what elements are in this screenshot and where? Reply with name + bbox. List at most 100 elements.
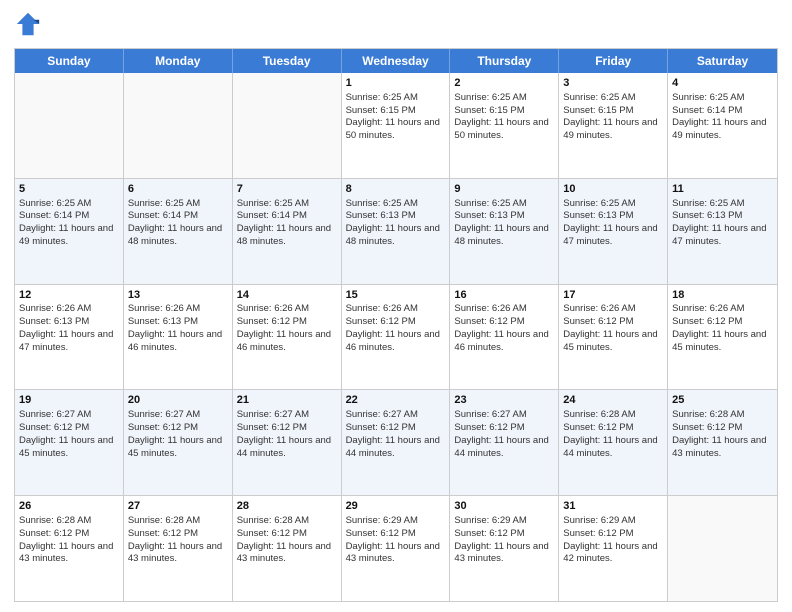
daylight-text: Daylight: 11 hours and 48 minutes. (454, 223, 548, 247)
day-number: 4 (672, 76, 773, 91)
sunset-text: Sunset: 6:12 PM (19, 422, 89, 433)
daylight-text: Daylight: 11 hours and 49 minutes. (672, 117, 766, 141)
sunset-text: Sunset: 6:15 PM (563, 105, 633, 116)
sunset-text: Sunset: 6:13 PM (128, 316, 198, 327)
sunrise-text: Sunrise: 6:27 AM (454, 409, 526, 420)
sunrise-text: Sunrise: 6:28 AM (672, 409, 744, 420)
sunset-text: Sunset: 6:14 PM (672, 105, 742, 116)
day-number: 3 (563, 76, 663, 91)
day-cell-19: 19Sunrise: 6:27 AMSunset: 6:12 PMDayligh… (15, 390, 124, 495)
daylight-text: Daylight: 11 hours and 44 minutes. (237, 435, 331, 459)
day-cell-27: 27Sunrise: 6:28 AMSunset: 6:12 PMDayligh… (124, 496, 233, 601)
day-cell-31: 31Sunrise: 6:29 AMSunset: 6:12 PMDayligh… (559, 496, 668, 601)
sunrise-text: Sunrise: 6:25 AM (563, 198, 635, 209)
daylight-text: Daylight: 11 hours and 44 minutes. (346, 435, 440, 459)
header-day-friday: Friday (559, 49, 668, 73)
day-number: 14 (237, 288, 337, 303)
daylight-text: Daylight: 11 hours and 43 minutes. (19, 541, 113, 565)
day-number: 1 (346, 76, 446, 91)
daylight-text: Daylight: 11 hours and 46 minutes. (128, 329, 222, 353)
day-cell-3: 3Sunrise: 6:25 AMSunset: 6:15 PMDaylight… (559, 73, 668, 178)
day-number: 19 (19, 393, 119, 408)
day-cell-9: 9Sunrise: 6:25 AMSunset: 6:13 PM Daylight… (450, 179, 559, 284)
daylight-text: Daylight: 11 hours and 45 minutes. (19, 435, 113, 459)
day-cell-30: 30Sunrise: 6:29 AMSunset: 6:12 PMDayligh… (450, 496, 559, 601)
day-number: 6 (128, 182, 228, 197)
sunset-text: Sunset: 6:13 PM (672, 210, 742, 221)
sunset-text: Sunset: 6:12 PM (672, 422, 742, 433)
day-number: 21 (237, 393, 337, 408)
sunset-text: Sunset: 6:15 PM (454, 105, 524, 116)
sunrise-text: Sunrise: 6:26 AM (128, 303, 200, 314)
daylight-text: Daylight: 11 hours and 48 minutes. (346, 223, 440, 247)
empty-cell (668, 496, 777, 601)
day-cell-25: 25Sunrise: 6:28 AMSunset: 6:12 PMDayligh… (668, 390, 777, 495)
day-cell-7: 7Sunrise: 6:25 AMSunset: 6:14 PMDaylight… (233, 179, 342, 284)
sunset-text: Sunset: 6:13 PM (346, 210, 416, 221)
daylight-text: Daylight: 11 hours and 44 minutes. (454, 435, 548, 459)
day-cell-28: 28Sunrise: 6:28 AMSunset: 6:12 PMDayligh… (233, 496, 342, 601)
day-number: 30 (454, 499, 554, 514)
daylight-text: Daylight: 11 hours and 47 minutes. (19, 329, 113, 353)
sunrise-text: Sunrise: 6:29 AM (454, 515, 526, 526)
day-cell-8: 8Sunrise: 6:25 AMSunset: 6:13 PMDaylight… (342, 179, 451, 284)
daylight-text: Daylight: 11 hours and 44 minutes. (563, 435, 657, 459)
day-number: 29 (346, 499, 446, 514)
day-number: 7 (237, 182, 337, 197)
daylight-text: Daylight: 11 hours and 45 minutes. (672, 329, 766, 353)
calendar-row-5: 26 Sunrise: 6:28 AM Sunset: 6:12 PM Dayligh… (15, 496, 777, 601)
sunrise-text: Sunrise: 6:28 AM (237, 515, 309, 526)
daylight-text: Daylight: 11 hours and 49 minutes. (19, 223, 113, 247)
day-number: 13 (128, 288, 228, 303)
sunrise-text: Sunrise: 6:25 AM (563, 92, 635, 103)
header-day-thursday: Thursday (450, 49, 559, 73)
day-cell-11: 11Sunrise: 6:25 AMSunset: 6:13 PMDayligh… (668, 179, 777, 284)
sunset-text: Sunset: 6:13 PM (454, 210, 524, 221)
day-cell-29: 29Sunrise: 6:29 AMSunset: 6:12 PMDayligh… (342, 496, 451, 601)
sunrise-text: Sunrise: 6:26 AM (19, 303, 91, 314)
empty-cell (15, 73, 124, 178)
header-day-tuesday: Tuesday (233, 49, 342, 73)
empty-cell (124, 73, 233, 178)
day-number: 20 (128, 393, 228, 408)
empty-cell (233, 73, 342, 178)
day-cell-20: 20Sunrise: 6:27 AMSunset: 6:12 PMDayligh… (124, 390, 233, 495)
sunrise-text: Sunrise: 6:27 AM (128, 409, 200, 420)
sunrise-text: Sunrise: 6:25 AM (454, 198, 526, 209)
calendar-row-1: 1Sunrise: 6:25 AMSunset: 6:15 PMDaylight… (15, 73, 777, 179)
sunrise-text: Sunrise: 6:27 AM (237, 409, 309, 420)
daylight-text: Daylight: 11 hours and 48 minutes. (128, 223, 222, 247)
header (14, 10, 778, 38)
sunset-text: Sunset: 6:15 PM (346, 105, 416, 116)
day-cell-15: 15Sunrise: 6:26 AMSunset: 6:12 PMDayligh… (342, 285, 451, 390)
day-cell-12: 12Sunrise: 6:26 AMSunset: 6:13 PMDayligh… (15, 285, 124, 390)
sunset-text: Sunset: 6:12 PM (563, 422, 633, 433)
daylight-text: Daylight: 11 hours and 47 minutes. (563, 223, 657, 247)
header-day-saturday: Saturday (668, 49, 777, 73)
day-cell-24: 24Sunrise: 6:28 AMSunset: 6:12 PMDayligh… (559, 390, 668, 495)
sunrise-text: Sunrise: 6:28 AM (563, 409, 635, 420)
sunrise-text: Sunrise: 6:26 AM (237, 303, 309, 314)
sunrise-text: Sunrise: 6:27 AM (346, 409, 418, 420)
day-number: 11 (672, 182, 773, 197)
day-cell-2: 2Sunrise: 6:25 AMSunset: 6:15 PMDaylight… (450, 73, 559, 178)
sunrise-text: Sunrise: 6:26 AM (346, 303, 418, 314)
sunrise-text: Sunrise: 6:28 AM (128, 515, 200, 526)
day-number: 22 (346, 393, 446, 408)
daylight-text: Daylight: 11 hours and 46 minutes. (346, 329, 440, 353)
day-cell-13: 13Sunrise: 6:26 AM Sunset: 6:13 PM Dayligh… (124, 285, 233, 390)
day-cell-10: 10Sunrise: 6:25 AMSunset: 6:13 PMDayligh… (559, 179, 668, 284)
daylight-text: Daylight: 11 hours and 50 minutes. (346, 117, 440, 141)
day-cell-1: 1Sunrise: 6:25 AMSunset: 6:15 PMDaylight… (342, 73, 451, 178)
day-number: 15 (346, 288, 446, 303)
daylight-text: Daylight: 11 hours and 43 minutes. (672, 435, 766, 459)
day-number: 9 (454, 182, 554, 197)
header-day-monday: Monday (124, 49, 233, 73)
sunrise-text: Sunrise: 6:29 AM (346, 515, 418, 526)
sunset-text: Sunset: 6:14 PM (19, 210, 89, 221)
day-number: 17 (563, 288, 663, 303)
day-number: 26 (19, 499, 119, 514)
sunset-text: Sunset: 6:12 PM (128, 528, 198, 539)
sunrise-text: Sunrise: 6:25 AM (346, 198, 418, 209)
daylight-text: Daylight: 11 hours and 47 minutes. (672, 223, 766, 247)
